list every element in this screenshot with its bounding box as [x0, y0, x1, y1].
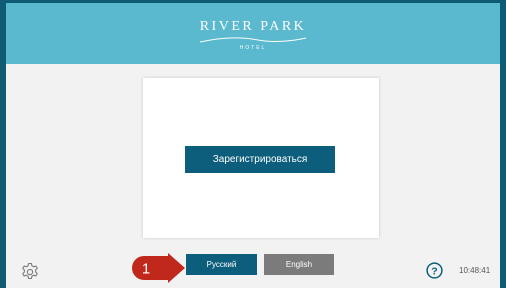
help-icon[interactable]: ? — [426, 262, 443, 279]
logo-title: RIVER PARK — [199, 19, 307, 34]
register-button[interactable]: Зарегистрироваться — [185, 146, 335, 173]
registration-card: Зарегистрироваться — [143, 78, 379, 238]
language-english-button[interactable]: English — [264, 254, 334, 275]
header: RIVER PARK HOTEL — [6, 3, 500, 64]
gear-icon[interactable] — [20, 262, 40, 282]
step-marker-number: 1 — [142, 261, 150, 278]
kiosk-screen: RIVER PARK HOTEL Зарегистрироваться 1 Ру… — [6, 3, 500, 288]
svg-text:?: ? — [431, 265, 437, 277]
step-marker-arrow: 1 — [132, 253, 185, 283]
logo-wave-icon — [199, 37, 307, 43]
hotel-logo: RIVER PARK HOTEL — [6, 19, 500, 51]
language-russian-button[interactable]: Русский — [186, 254, 257, 275]
logo-subtitle: HOTEL — [239, 45, 267, 51]
clock: 10:48:41 — [459, 266, 491, 275]
